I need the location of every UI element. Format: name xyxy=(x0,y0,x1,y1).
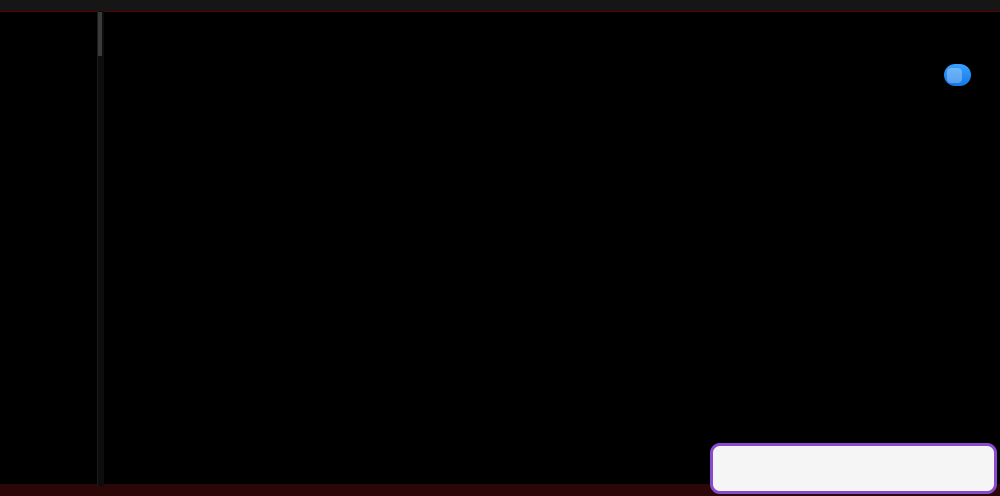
stock-list-scrollbar[interactable] xyxy=(97,11,104,486)
stock-list xyxy=(0,11,97,486)
scrollbar-thumb[interactable] xyxy=(98,12,102,56)
promo-button[interactable] xyxy=(944,64,971,86)
promo-logo-icon xyxy=(947,67,962,83)
site-watermark xyxy=(710,443,997,494)
trading-app-window xyxy=(0,0,1000,496)
main-chart[interactable] xyxy=(0,0,1000,496)
